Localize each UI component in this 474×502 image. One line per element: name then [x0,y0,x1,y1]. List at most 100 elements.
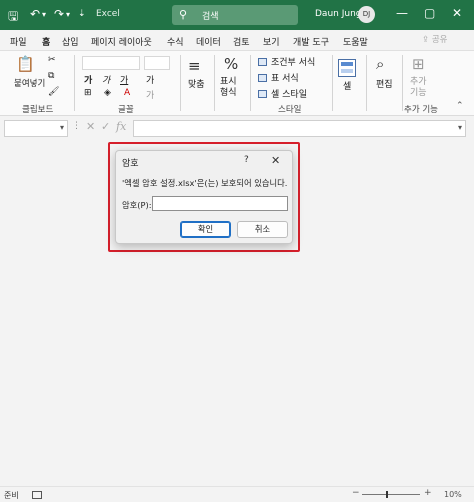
conditional-formatting-label: 조건부 서식 [271,58,316,68]
user-name[interactable]: Daun Jung [315,9,362,19]
cell-styles-button[interactable]: 셀 스타일 [258,87,307,100]
dialog-title: 암호 [122,159,139,169]
add-ins-group-label: 추가 기능 [404,105,438,115]
conditional-formatting-icon [258,58,267,66]
tab-help[interactable]: 도움말 [343,35,368,48]
tab-developer[interactable]: 개발 도구 [293,35,329,48]
paste-label[interactable]: 붙여넣기 [14,77,45,89]
password-label: 암호(P): [122,200,152,210]
formula-input[interactable]: ▾ [133,120,466,137]
add-ins-label[interactable]: 추가 기능 [410,77,432,99]
dialog-message: '엑셀 암호 설정.xlsx'은(는) 보호되어 있습니다. [122,178,288,188]
cell-styles-icon [258,90,267,98]
cancel-icon[interactable]: ✕ [86,120,95,133]
styles-group-label: 스타일 [278,105,302,115]
avatar[interactable]: DJ [358,6,375,23]
cut-icon[interactable]: ✂ [48,55,56,65]
phonetic-icon[interactable]: 가 [146,88,154,101]
tab-page-layout[interactable]: 페이지 레이아웃 [91,35,152,48]
tab-view[interactable]: 보기 [263,35,280,48]
tab-formulas[interactable]: 수식 [167,35,184,48]
tab-file[interactable]: 파일 [10,35,27,48]
tab-review[interactable]: 검토 [233,35,250,48]
chevron-up-icon[interactable]: ⌃ [456,101,464,111]
chevron-down-icon: ▾ [59,123,64,132]
percent-icon[interactable]: % [224,55,238,73]
divider [214,55,215,111]
copy-icon[interactable]: ⧉ [48,71,54,81]
divider [366,55,367,111]
borders-icon[interactable]: ⊞ [84,88,92,98]
format-as-table-button[interactable]: 표 서식 [258,71,299,84]
cell-styles-label: 셀 스타일 [271,90,307,100]
fill-color-icon[interactable]: ◈ [104,88,111,98]
add-ins-icon[interactable]: ⊞ [412,55,425,73]
increase-font-button[interactable]: 가 [146,73,154,86]
close-icon[interactable]: ✕ [452,6,462,20]
ok-button[interactable]: 확인 [180,221,231,238]
table-icon [258,74,267,82]
find-icon[interactable]: ⌕ [376,55,384,73]
divider [180,55,181,111]
zoom-out-icon[interactable]: − [352,488,360,498]
editing-label[interactable]: 편집 [376,77,393,90]
cells-label[interactable]: 셀 [343,79,351,92]
search-box[interactable]: ⚲ 검색 [172,5,298,25]
underline-button[interactable]: 가 [120,73,128,86]
cancel-button[interactable]: 취소 [237,221,288,238]
tab-data[interactable]: 데이터 [196,35,221,48]
paste-icon[interactable]: 📋 [16,55,35,73]
enter-icon[interactable]: ✓ [101,120,110,133]
undo-dropdown-icon[interactable]: ▾ [42,10,46,19]
help-button[interactable]: ? [244,155,249,165]
close-icon[interactable]: ✕ [271,154,280,167]
share-label: 공유 [431,35,448,45]
title-bar: 🖫 ↶ ▾ ↷ ▾ ⇣ Excel ⚲ 검색 Daun Jung DJ — ▢ … [0,0,474,30]
zoom-level[interactable]: 10% [444,490,462,499]
save-icon[interactable]: 🖫 [8,7,18,28]
ribbon-tabs: 파일 홈 삽입 페이지 레이아웃 수식 데이터 검토 보기 개발 도구 도움말 … [0,30,474,52]
cells-icon[interactable] [338,59,356,77]
macro-record-icon[interactable] [32,491,42,499]
divider [332,55,333,111]
number-format-label[interactable]: 표시 형식 [220,77,244,99]
search-icon: ⚲ [179,8,188,21]
italic-button[interactable]: 가 [102,73,110,86]
customize-toolbar-icon[interactable]: ⇣ [78,9,86,19]
redo-dropdown-icon[interactable]: ▾ [66,10,70,19]
maximize-icon[interactable]: ▢ [424,6,435,20]
font-size-select[interactable] [144,56,170,70]
more-icon[interactable]: ⋮ [72,121,81,131]
divider [402,55,403,111]
minimize-icon[interactable]: — [396,6,408,20]
search-placeholder: 검색 [202,12,219,22]
font-family-select[interactable] [82,56,140,70]
formula-bar: ▾ ⋮ ✕ ✓ fx ▾ [0,116,474,140]
alignment-icon[interactable]: ≡ [188,57,201,75]
ribbon: 📋 붙여넣기 ✂ ⧉ 🖌 클립보드 가 가 가 가 ⊞ ◈ A 가 글꼴 ≡ 맞… [0,50,474,116]
format-as-table-label: 표 서식 [271,74,299,84]
tab-insert[interactable]: 삽입 [62,35,79,48]
status-text: 준비 [4,491,19,500]
app-name: Excel [96,9,120,19]
name-box[interactable]: ▾ [4,120,68,137]
chevron-down-icon: ▾ [457,123,462,132]
undo-icon[interactable]: ↶ [30,7,40,21]
status-bar: 준비 − + 10% [0,486,474,502]
tab-home[interactable]: 홈 [42,35,51,52]
font-color-icon[interactable]: A [124,88,130,98]
fx-icon[interactable]: fx [116,120,126,133]
conditional-formatting-button[interactable]: 조건부 서식 [258,55,315,68]
share-button[interactable]: ⇪ 공유 [422,33,447,45]
font-group-label: 글꼴 [118,105,134,115]
redo-icon[interactable]: ↷ [54,7,64,21]
password-field[interactable] [152,196,288,211]
format-painter-icon[interactable]: 🖌 [48,87,59,97]
zoom-in-icon[interactable]: + [424,488,432,498]
zoom-slider[interactable] [362,491,420,498]
bold-button[interactable]: 가 [84,73,92,86]
divider [74,55,75,111]
alignment-label[interactable]: 맞춤 [188,77,205,90]
share-icon: ⇪ [422,35,432,45]
password-dialog: 암호 ? ✕ '엑셀 암호 설정.xlsx'은(는) 보호되어 있습니다. 암호… [115,150,293,244]
